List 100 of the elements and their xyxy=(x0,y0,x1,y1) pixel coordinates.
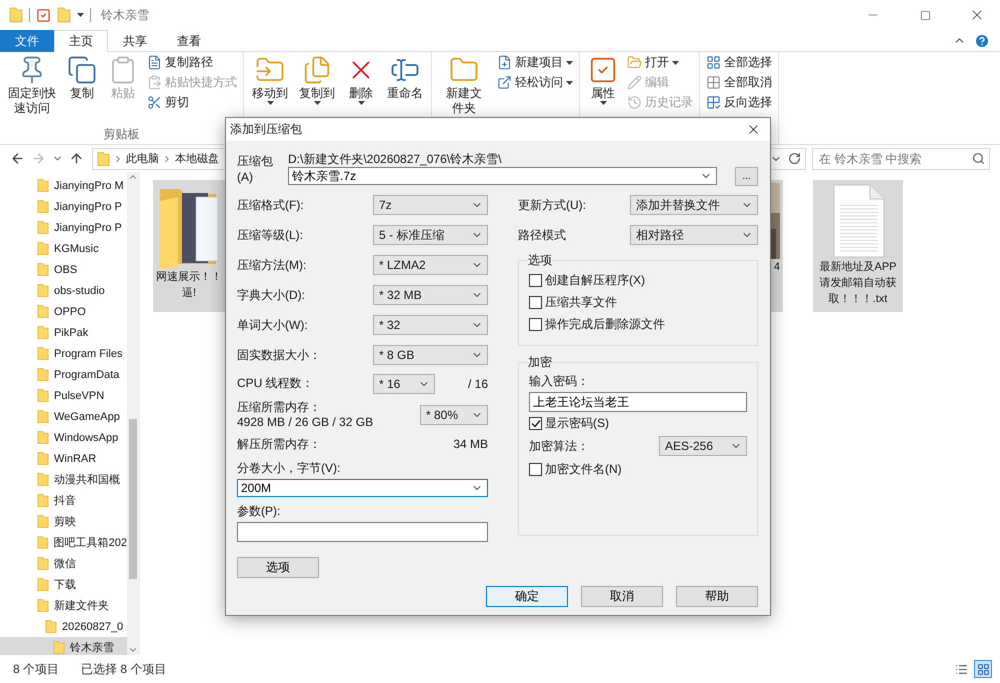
selection-count: 已选择 8 个项目 xyxy=(81,660,166,678)
checkbox[interactable] xyxy=(529,318,542,330)
maximize-icon[interactable] xyxy=(920,10,930,20)
dropdown[interactable]: 相对路径 xyxy=(630,225,758,245)
up-icon[interactable] xyxy=(69,151,84,166)
back-icon[interactable] xyxy=(10,151,25,166)
ribbon-button[interactable]: 复制路径 xyxy=(145,53,239,72)
tree-item[interactable]: 铃木亲雪 xyxy=(0,637,127,655)
tree-item[interactable]: KGMusic xyxy=(0,238,127,259)
tree-item[interactable]: JianyingPro P xyxy=(0,217,127,238)
ribbon-button[interactable]: 打开 xyxy=(625,53,695,72)
dropdown[interactable]: * LZMA2 xyxy=(373,255,488,275)
ribbon-button[interactable]: 移动到 xyxy=(248,52,292,107)
field-label: 压缩等级(L): xyxy=(237,226,303,244)
breadcrumb[interactable]: 此电脑 xyxy=(126,151,159,166)
tree-item[interactable]: 图吧工具箱202 xyxy=(0,532,127,553)
folder-icon xyxy=(37,388,49,403)
ribbon-button[interactable]: 全部选择 xyxy=(704,53,774,72)
checkbox[interactable] xyxy=(529,296,542,308)
dropdown[interactable]: AES-256 xyxy=(659,436,747,456)
tree-item[interactable]: JianyingPro M xyxy=(0,175,127,196)
check-square-icon[interactable] xyxy=(36,8,51,22)
search-field[interactable]: 在 铃木亲雪 中搜索 xyxy=(812,148,990,170)
ribbon-tab[interactable]: 查看 xyxy=(162,30,216,52)
tree-item[interactable]: OPPO xyxy=(0,301,127,322)
ribbon-button[interactable]: 全部取消 xyxy=(704,73,774,92)
ribbon-button[interactable]: 固定到快速访问 xyxy=(4,52,60,118)
checkbox[interactable] xyxy=(529,462,542,476)
dropdown[interactable]: 7z xyxy=(373,195,488,215)
file-item[interactable]: 网速展示！！ 逼! xyxy=(153,180,225,312)
tree-item[interactable]: PulseVPN xyxy=(0,385,127,406)
ribbon-button[interactable]: 新建文件夹 xyxy=(436,52,492,118)
tree-item[interactable]: 下载 xyxy=(0,574,127,595)
checkbox[interactable] xyxy=(529,416,542,430)
breadcrumb[interactable]: 本地磁盘 xyxy=(175,151,219,166)
ribbon-button[interactable]: 属性 xyxy=(584,52,622,107)
folder-icon xyxy=(37,220,49,235)
parameters-field[interactable] xyxy=(237,522,488,542)
group-title: 加密 xyxy=(527,354,553,371)
tree-item[interactable]: WindowsApp xyxy=(0,427,127,448)
tree-item[interactable]: JianyingPro P xyxy=(0,196,127,217)
scrollbar-thumb[interactable] xyxy=(129,419,137,579)
ribbon-button[interactable]: 删除 xyxy=(342,52,380,107)
tree-item[interactable]: 剪映 xyxy=(0,511,127,532)
dropdown[interactable]: * 80% xyxy=(420,405,488,425)
volume-size-field[interactable]: 200M xyxy=(237,479,488,497)
password-field[interactable]: 上老王论坛当老王 xyxy=(529,392,747,412)
tree-item[interactable]: OBS xyxy=(0,259,127,280)
dropdown[interactable]: * 32 xyxy=(373,315,488,335)
tree-item[interactable]: 新建文件夹 xyxy=(0,595,127,616)
ribbon-tab[interactable]: 文件 xyxy=(0,30,54,52)
window-title: 铃木亲雪 xyxy=(101,6,150,24)
ribbon-button[interactable]: 轻松访问 xyxy=(495,73,575,92)
ribbon-tab[interactable]: 共享 xyxy=(108,30,162,52)
tree-item[interactable]: obs-studio xyxy=(0,280,127,301)
caret-icon xyxy=(566,80,573,84)
dropdown[interactable]: 5 - 标准压缩 xyxy=(373,225,488,245)
field-label: 单词大小(W): xyxy=(237,316,308,334)
options-button[interactable]: 选项 xyxy=(237,557,319,578)
refresh-icon[interactable] xyxy=(788,152,801,165)
dialog-button[interactable]: 帮助 xyxy=(676,586,758,607)
folder-icon xyxy=(37,304,49,319)
tree-item[interactable]: WeGameApp xyxy=(0,406,127,427)
ribbon-tab[interactable]: 主页 xyxy=(54,30,108,52)
caret-icon[interactable] xyxy=(77,13,84,17)
dialog-button[interactable]: 取消 xyxy=(581,586,663,607)
dropdown[interactable]: * 8 GB xyxy=(373,345,488,365)
ribbon-button[interactable]: 复制到 xyxy=(295,52,339,107)
field-label: 压缩方法(M): xyxy=(237,256,306,274)
ribbon-button[interactable]: 反向选择 xyxy=(704,93,774,112)
dialog-button[interactable]: 确定 xyxy=(486,586,568,607)
view-button[interactable] xyxy=(974,660,992,678)
search-icon[interactable] xyxy=(972,152,985,165)
ribbon-button[interactable]: 复制 xyxy=(63,52,101,103)
checkbox[interactable] xyxy=(529,274,542,286)
caret-icon xyxy=(266,101,274,105)
tree-item[interactable]: WinRAR xyxy=(0,448,127,469)
checkbox-label: 压缩共享文件 xyxy=(545,294,617,310)
tree-item[interactable]: 动漫共和国概 xyxy=(0,469,127,490)
help-icon[interactable] xyxy=(974,32,990,48)
ribbon-button[interactable]: 新建项目 xyxy=(495,53,575,72)
caret-icon xyxy=(672,60,679,64)
archive-name-field[interactable]: 铃木亲雪.7z xyxy=(288,167,717,185)
dropdown[interactable]: * 16 xyxy=(373,374,435,394)
dropdown[interactable]: * 32 MB xyxy=(373,285,488,305)
tree-item[interactable]: 微信 xyxy=(0,553,127,574)
field-label: 固实数据大小： xyxy=(237,346,321,364)
file-item[interactable]: 最新地址及APP 请发邮箱自动获 取！！！.txt xyxy=(813,180,903,312)
tree-item[interactable]: 20260827_0 xyxy=(0,616,127,637)
dropdown[interactable]: 添加并替换文件 xyxy=(630,195,758,215)
field-label: 更新方式(U): xyxy=(518,196,586,214)
tree-item[interactable]: Program Files xyxy=(0,343,127,364)
folder-icon xyxy=(37,325,49,340)
folder-icon xyxy=(37,178,49,193)
ribbon-button[interactable]: 剪切 xyxy=(145,93,239,112)
browse-button[interactable]: ... xyxy=(735,166,758,186)
tree-item[interactable]: ProgramData xyxy=(0,364,127,385)
ribbon-button[interactable]: 重命名 xyxy=(383,52,427,103)
tree-item[interactable]: 抖音 xyxy=(0,490,127,511)
tree-item[interactable]: PikPak xyxy=(0,322,127,343)
